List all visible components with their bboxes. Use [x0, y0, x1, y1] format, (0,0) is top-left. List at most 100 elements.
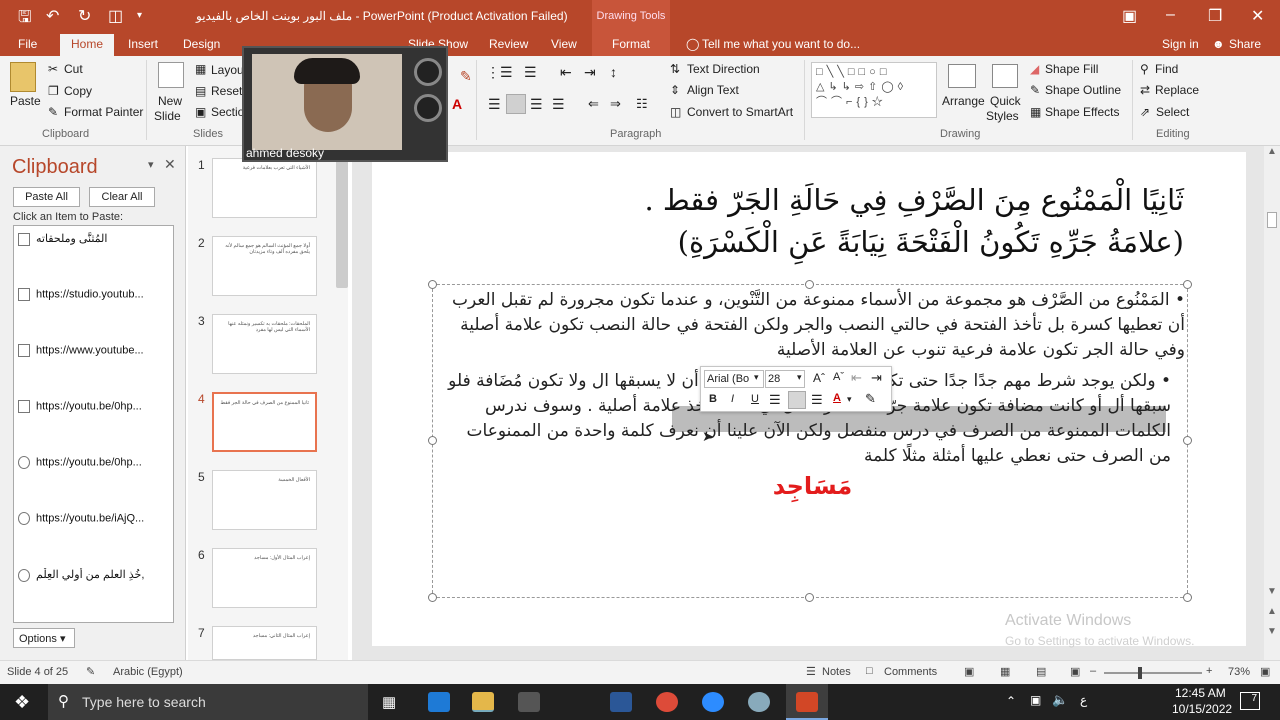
taskbar-search-box[interactable]: ⚲ Type here to search	[48, 684, 368, 720]
mini-format-painter-icon[interactable]: ✎	[865, 391, 876, 407]
chrome-icon[interactable]	[656, 692, 678, 712]
clip-item[interactable]: https://www.youtube...	[18, 344, 170, 357]
bold-icon[interactable]: B	[709, 393, 717, 405]
clip-item[interactable]: https://youtu.be/0hp...	[18, 456, 170, 469]
zoom-slider-thumb[interactable]	[1138, 667, 1142, 679]
shapes-gallery[interactable]: □╲╲□□○□ △↳↳⇨⇧◯◊ ⌒⌒⌐{}☆	[811, 62, 937, 118]
new-slide-button-2[interactable]: Slide	[154, 109, 181, 123]
slide-title-line-1[interactable]: ثَانِيًا الْمَمْنُوع مِنَ الصَّرْفِ فِي …	[560, 180, 1184, 220]
slideshow-view-icon[interactable]: ▣	[1070, 665, 1080, 678]
zoom-icon[interactable]	[702, 692, 724, 712]
next-slide-icon[interactable]: ▼	[1267, 626, 1277, 637]
tray-chevron-icon[interactable]: ⌃	[1006, 694, 1016, 708]
arrange-button[interactable]: Arrange	[942, 94, 985, 108]
align-center-icon[interactable]	[506, 94, 526, 114]
start-slideshow-icon[interactable]: ◫	[108, 6, 123, 26]
reading-view-icon[interactable]: ▤	[1036, 665, 1046, 678]
convert-smartart-button[interactable]: Convert to SmartArt	[687, 105, 793, 119]
tab-home[interactable]: Home	[60, 34, 114, 56]
clip-item[interactable]: https://studio.youtub...	[18, 288, 170, 301]
slide-thumbnail[interactable]: أولا جمع المؤنث السالم هو جمع سالم لأنه …	[212, 236, 317, 296]
network-icon[interactable]: ▣	[1030, 693, 1041, 707]
maximize-button[interactable]: ❐	[1208, 6, 1222, 26]
save-icon[interactable]: 🖫	[18, 6, 32, 33]
rtl-icon[interactable]: ⇐	[588, 96, 599, 112]
clear-format-icon[interactable]: ✎	[460, 68, 472, 85]
slide-thumbnail[interactable]: إعراب المثال الأول: مساجد	[212, 548, 317, 608]
numbering-icon[interactable]: ☰	[524, 64, 537, 81]
paste-button[interactable]: Paste	[10, 94, 41, 108]
share-button[interactable]: Share	[1229, 37, 1261, 51]
windows-start-icon[interactable]: ❖	[14, 692, 30, 713]
tab-view[interactable]: View	[551, 37, 577, 51]
shape-fill-button[interactable]: Shape Fill	[1045, 62, 1098, 76]
mini-font-color-icon[interactable]: A	[833, 392, 841, 404]
language-indicator[interactable]: Arabic (Egypt)	[113, 666, 183, 678]
arrange-icon[interactable]	[948, 64, 976, 88]
store-icon[interactable]	[518, 692, 540, 712]
notification-center-icon[interactable]: 7	[1240, 692, 1260, 710]
pane-options-icon[interactable]: ▾	[148, 158, 154, 171]
mini-align-right-icon[interactable]: ☰	[811, 392, 823, 408]
quick-styles-button-2[interactable]: Styles	[986, 109, 1019, 123]
customize-qat-icon[interactable]: ▾	[137, 10, 142, 21]
align-right-icon[interactable]: ☰	[530, 96, 543, 113]
sign-in-link[interactable]: Sign in	[1162, 37, 1199, 51]
copy-button[interactable]: Copy	[64, 84, 92, 98]
resize-handle[interactable]	[428, 436, 437, 445]
line-spacing-icon[interactable]: ↕	[610, 64, 617, 80]
options-button[interactable]: Options ▾	[13, 628, 75, 648]
scroll-up-icon[interactable]: ▲	[1267, 146, 1277, 157]
text-direction-button[interactable]: Text Direction	[687, 62, 760, 76]
replace-button[interactable]: Replace	[1155, 83, 1199, 97]
clock-date[interactable]: 10/15/2022	[1172, 702, 1232, 716]
new-slide-button[interactable]: New	[158, 94, 182, 108]
redo-icon[interactable]: ↻	[78, 6, 91, 26]
align-text-button[interactable]: Align Text	[687, 83, 739, 97]
ribbon-display-icon[interactable]: ▣	[1122, 6, 1137, 26]
mini-color-dropdown-icon[interactable]: ▾	[847, 394, 852, 405]
quick-styles-icon[interactable]	[992, 64, 1018, 88]
share-icon[interactable]: ☻	[1212, 37, 1225, 51]
shrink-font-icon[interactable]: Aˇ	[833, 371, 844, 383]
reset-button[interactable]: Reset	[211, 84, 242, 98]
slide-thumbnail[interactable]: الملحقات: ملحقات به تكسير ونمثله عنها ال…	[212, 314, 317, 374]
task-view-icon[interactable]: ▦	[382, 693, 396, 711]
zoom-in-icon[interactable]: +	[1206, 665, 1212, 677]
slide-thumbnail[interactable]: إعراب المثال الثاني: مساجد	[212, 626, 317, 660]
thumbnails-scrollbar[interactable]	[336, 160, 348, 288]
resize-handle[interactable]	[428, 593, 437, 602]
quick-styles-button[interactable]: Quick	[990, 94, 1021, 108]
powerpoint-taskbar-button[interactable]	[786, 684, 828, 720]
paste-icon[interactable]	[10, 62, 36, 92]
new-slide-icon[interactable]	[158, 62, 184, 88]
vertical-scrollbar[interactable]: ▲ ▼ ▲ ▼	[1264, 146, 1280, 660]
format-painter-button[interactable]: Format Painter	[64, 105, 143, 119]
clip-item[interactable]: https://youtu.be/iAjQ...	[18, 512, 170, 525]
find-button[interactable]: Find	[1155, 62, 1178, 76]
fit-slide-icon[interactable]: ▣	[1260, 665, 1270, 678]
normal-view-icon[interactable]: ▣	[964, 665, 974, 678]
slide-thumbnail[interactable]: الأشياء التي تعرب بعلامات فرعية	[212, 158, 317, 218]
resize-handle[interactable]	[428, 280, 437, 289]
volume-icon[interactable]: 🔈	[1052, 692, 1068, 708]
clip-item[interactable]: خُذِ العلم من أولي العِلْم,	[18, 568, 170, 582]
tab-file[interactable]: File	[18, 37, 37, 51]
bullets-icon[interactable]: ⋮☰	[486, 64, 513, 81]
tab-format[interactable]: Format	[612, 37, 650, 51]
tell-me-box[interactable]: Tell me what you want to do...	[702, 37, 860, 51]
zoom-slider[interactable]	[1104, 672, 1202, 674]
zoom-out-icon[interactable]: –	[1090, 665, 1096, 677]
pane-close-icon[interactable]: ✕	[164, 156, 176, 173]
tab-review[interactable]: Review	[489, 37, 528, 51]
previous-slide-icon[interactable]: ▲	[1267, 606, 1277, 617]
tab-design[interactable]: Design	[183, 37, 220, 51]
undo-icon[interactable]: ↶	[46, 6, 59, 26]
increase-indent-icon[interactable]: ⇥	[584, 64, 596, 81]
mini-size-dropdown-icon[interactable]: ▾	[797, 372, 802, 383]
align-left-icon[interactable]: ☰	[488, 96, 501, 113]
resize-handle[interactable]	[1183, 593, 1192, 602]
italic-icon[interactable]: I	[731, 393, 734, 405]
slide-thumbnail-selected[interactable]: ثانيا الممنوع من الصرف في حالة الجر فقط	[212, 392, 317, 452]
slide-title-line-2[interactable]: (علامَةُ جَرِّهِ تَكُونُ الْفَتْحَةَ نِي…	[560, 222, 1184, 262]
